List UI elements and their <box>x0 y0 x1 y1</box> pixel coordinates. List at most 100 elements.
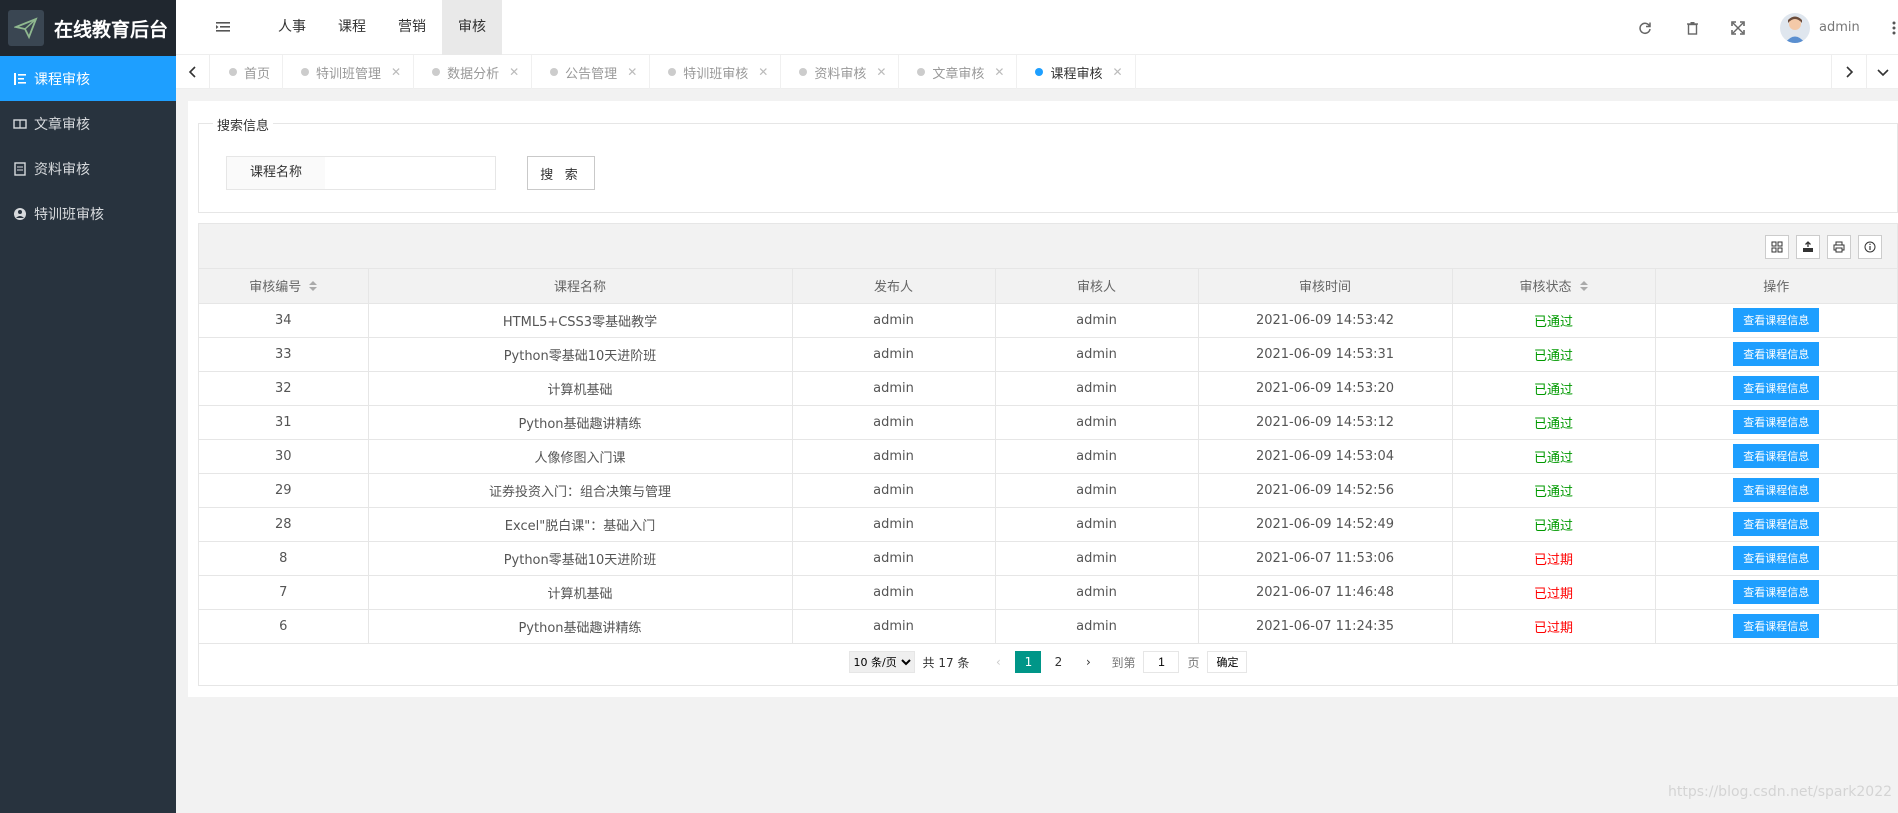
more-icon[interactable] <box>1892 20 1896 36</box>
tab-training-review[interactable]: 特训班审核 ✕ <box>650 55 782 89</box>
sidebar-item-training-review[interactable]: 特训班审核 <box>0 191 176 236</box>
search-button[interactable]: 搜 索 <box>527 156 595 190</box>
dot-icon <box>799 68 808 76</box>
view-course-button[interactable]: 查看课程信息 <box>1733 342 1820 366</box>
next-page-icon[interactable]: › <box>1075 651 1101 673</box>
cell-reviewer: admin <box>995 371 1199 406</box>
sidebar-item-material-review[interactable]: 资料审核 <box>0 146 176 191</box>
cell-publisher: admin <box>792 405 996 440</box>
cell-course-name: HTML5+CSS3零基础教学 <box>368 303 793 338</box>
tab-material-review[interactable]: 资料审核 ✕ <box>781 55 900 89</box>
fullscreen-icon[interactable] <box>1729 19 1747 37</box>
view-course-button[interactable]: 查看课程信息 <box>1733 410 1820 434</box>
sidebar-item-course-review[interactable]: 课程审核 <box>0 56 176 101</box>
cell-id: 6 <box>199 609 369 644</box>
view-course-button[interactable]: 查看课程信息 <box>1733 478 1820 502</box>
page-size-select[interactable]: 10 条/页 <box>848 651 915 673</box>
total-count: 共 17 条 <box>922 655 970 670</box>
user-name[interactable]: admin <box>1819 20 1860 35</box>
close-icon[interactable]: ✕ <box>627 65 637 79</box>
chevron-right-icon[interactable] <box>1831 55 1865 89</box>
cell-course-name: Python基础趣讲精练 <box>368 609 793 644</box>
col-header-action: 操作 <box>1655 269 1897 304</box>
dot-icon <box>1035 68 1044 76</box>
cell-time: 2021-06-09 14:53:04 <box>1198 439 1453 474</box>
dot-icon <box>229 68 237 76</box>
dot-icon <box>917 68 926 76</box>
view-course-button[interactable]: 查看课程信息 <box>1733 512 1820 536</box>
tab-notice-manage[interactable]: 公告管理 ✕ <box>532 55 651 89</box>
cell-time: 2021-06-09 14:52:49 <box>1198 507 1453 542</box>
cell-id: 33 <box>199 337 369 372</box>
nav-item-review[interactable]: 审核 <box>442 0 502 55</box>
refresh-icon[interactable] <box>1636 19 1654 37</box>
course-name-input[interactable] <box>325 156 496 190</box>
tab-article-review[interactable]: 文章审核 ✕ <box>899 55 1018 89</box>
pagination: 10 条/页 共 17 条 ‹ 1 2 › 到第 页 确定 <box>199 647 1897 677</box>
table-row: 34 HTML5+CSS3零基础教学 admin admin 2021-06-09 14… <box>199 303 1897 338</box>
chevron-down-icon[interactable] <box>1866 55 1898 89</box>
cell-course-name: Excel"脱白课"：基础入门 <box>368 507 793 542</box>
col-header-course-name: 课程名称 <box>368 269 793 304</box>
cell-status: 已过期 <box>1452 609 1656 644</box>
close-icon[interactable]: ✕ <box>994 65 1004 79</box>
cell-course-name: Python零基础10天进阶班 <box>368 337 793 372</box>
info-icon[interactable] <box>1858 235 1882 259</box>
table-row: 7 计算机基础 admin admin 2021-06-07 11:46:48 已过期 查看… <box>199 575 1897 610</box>
tab-label: 课程审核 <box>1050 66 1103 82</box>
close-icon[interactable]: ✕ <box>758 65 768 79</box>
page-2[interactable]: 2 <box>1045 651 1071 673</box>
sort-icon[interactable] <box>309 280 318 295</box>
goto-confirm-button[interactable]: 确定 <box>1207 651 1248 673</box>
col-header-id[interactable]: 审核编号 <box>199 269 369 304</box>
menu-toggle-icon[interactable] <box>214 18 232 36</box>
nav-item-marketing[interactable]: 营销 <box>382 0 442 55</box>
goto-prefix: 到第 <box>1111 655 1136 670</box>
avatar[interactable] <box>1780 13 1810 43</box>
view-course-button[interactable]: 查看课程信息 <box>1733 580 1820 604</box>
review-table-panel: 审核编号 课程名称 发布人 审核人 审核时间 审核状态 操作 34 HTML5+C… <box>198 223 1898 686</box>
tab-label: 公告管理 <box>565 66 618 82</box>
trash-icon[interactable] <box>1683 19 1701 37</box>
nav-item-course[interactable]: 课程 <box>322 0 382 55</box>
cell-time: 2021-06-09 14:52:56 <box>1198 473 1453 508</box>
col-header-status[interactable]: 审核状态 <box>1452 269 1656 304</box>
goto-page-input[interactable] <box>1143 651 1180 673</box>
watermark: https://blog.csdn.net/spark2022 <box>1668 784 1893 800</box>
cell-publisher: admin <box>792 507 996 542</box>
columns-icon[interactable] <box>1765 235 1789 259</box>
cell-action: 查看课程信息 <box>1655 473 1897 508</box>
tab-course-review[interactable]: 课程审核 ✕ <box>1017 55 1136 89</box>
tab-training-manage[interactable]: 特训班管理 ✕ <box>283 55 415 89</box>
tab-data-analysis[interactable]: 数据分析 ✕ <box>414 55 533 89</box>
export-icon[interactable] <box>1796 235 1820 259</box>
nav-item-hr[interactable]: 人事 <box>262 0 322 55</box>
close-icon[interactable]: ✕ <box>1113 65 1123 79</box>
sidebar-item-label: 文章审核 <box>34 116 90 133</box>
table-toolbar <box>199 224 1897 269</box>
print-icon[interactable] <box>1827 235 1851 259</box>
prev-page-icon[interactable]: ‹ <box>985 651 1011 673</box>
cell-id: 8 <box>199 541 369 576</box>
cell-reviewer: admin <box>995 439 1199 474</box>
page-1[interactable]: 1 <box>1015 651 1042 673</box>
cell-time: 2021-06-09 14:53:12 <box>1198 405 1453 440</box>
view-course-button[interactable]: 查看课程信息 <box>1733 614 1820 638</box>
sidebar: 在线教育后台 课程审核 文章审核 资料审核 特训班审核 <box>0 0 176 813</box>
cell-publisher: admin <box>792 609 996 644</box>
sidebar-item-article-review[interactable]: 文章审核 <box>0 101 176 146</box>
view-course-button[interactable]: 查看课程信息 <box>1733 376 1820 400</box>
view-course-button[interactable]: 查看课程信息 <box>1733 444 1820 468</box>
cell-course-name: Python零基础10天进阶班 <box>368 541 793 576</box>
close-icon[interactable]: ✕ <box>391 65 401 79</box>
chevron-left-icon[interactable] <box>176 55 210 89</box>
table-row: 8 Python零基础10天进阶班 admin admin 2021-06-07 11:… <box>199 541 1897 576</box>
close-icon[interactable]: ✕ <box>876 65 886 79</box>
close-icon[interactable]: ✕ <box>509 65 519 79</box>
tab-home[interactable]: 首页 <box>211 55 284 89</box>
sort-icon[interactable] <box>1579 280 1588 295</box>
app-title: 在线教育后台 <box>54 18 169 41</box>
view-course-button[interactable]: 查看课程信息 <box>1733 546 1820 570</box>
view-course-button[interactable]: 查看课程信息 <box>1733 308 1820 332</box>
tab-label: 资料审核 <box>814 66 867 82</box>
